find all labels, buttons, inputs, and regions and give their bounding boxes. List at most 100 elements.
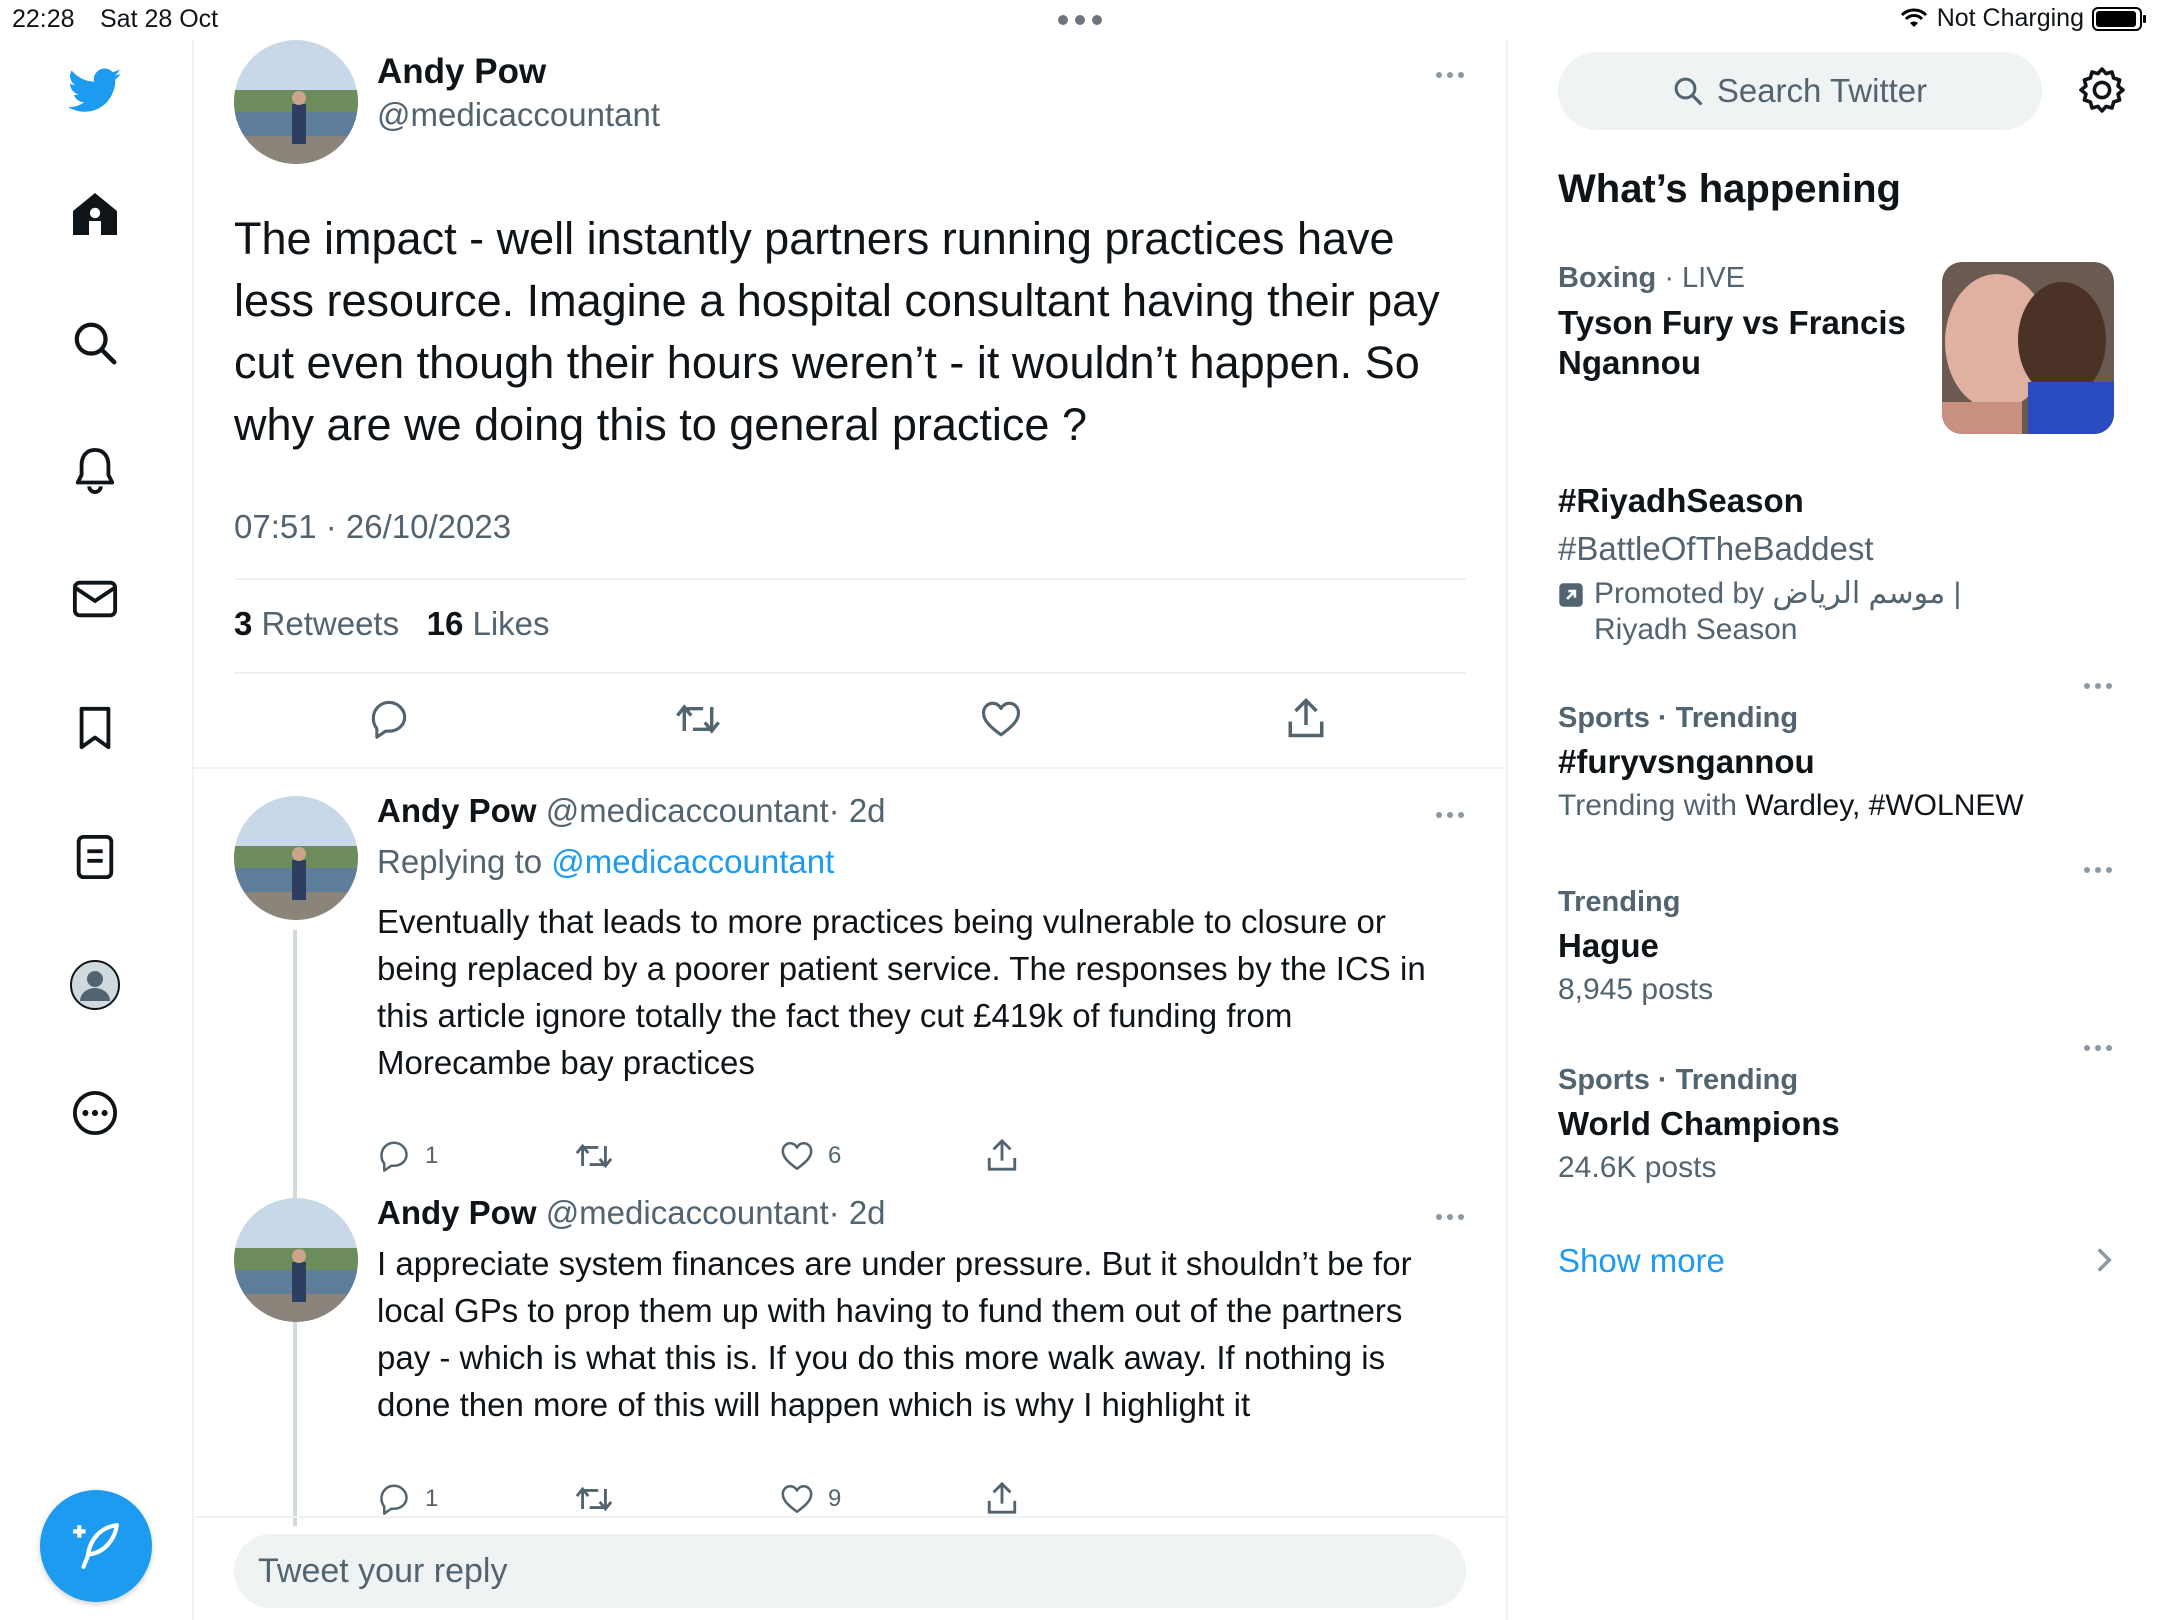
trend-title: #RiyadhSeason — [1558, 482, 1804, 519]
trend-context-prefix: Trending with — [1558, 789, 1737, 822]
profile-icon[interactable] — [64, 954, 126, 1016]
share-button[interactable] — [986, 1138, 1018, 1172]
retweet-button[interactable] — [574, 1140, 614, 1172]
reply-button[interactable]: 1 — [377, 1140, 438, 1172]
tweet-age[interactable]: · 2d — [829, 792, 886, 829]
reply-icon — [380, 1141, 408, 1172]
search-icon[interactable] — [64, 312, 126, 374]
avatar[interactable] — [234, 1198, 358, 1322]
author-handle[interactable]: @medicaccountant — [377, 96, 660, 134]
engagement-stats: 3 Retweets 16 Likes — [234, 605, 550, 643]
tweet-timestamp[interactable]: 07:51 · 26/10/2023 — [234, 508, 511, 546]
reply-button[interactable]: 1 — [377, 1483, 438, 1515]
reply-count: 1 — [425, 1142, 439, 1169]
trend-more-icon[interactable] — [2084, 867, 2112, 873]
like-button[interactable]: 6 — [780, 1140, 841, 1172]
tweet-age[interactable]: · 2d — [829, 1194, 886, 1231]
avatar[interactable] — [234, 40, 358, 164]
right-sidebar: Search Twitter What’s happening Boxing ·… — [1508, 40, 2160, 1620]
author-handle[interactable]: @medicaccountant — [546, 1194, 829, 1231]
lists-icon[interactable] — [64, 826, 126, 888]
settings-gear-icon[interactable] — [2078, 66, 2126, 114]
status-bar: 22:28 Sat 28 Oct Not Charging — [0, 0, 2160, 40]
tweet-more-icon[interactable] — [1436, 72, 1464, 78]
promoted-label: Promoted by موسم الرياض | Riyadh Season — [1594, 577, 1962, 646]
like-count: 9 — [828, 1485, 842, 1512]
retweet-button[interactable] — [574, 1483, 614, 1515]
trend-count: 24.6K posts — [1558, 1151, 1717, 1184]
retweet-button[interactable] — [674, 699, 722, 739]
bookmark-icon[interactable] — [64, 697, 126, 759]
more-icon[interactable] — [64, 1082, 126, 1144]
status-time: 22:28 — [12, 5, 75, 33]
home-icon[interactable] — [64, 183, 126, 245]
bell-icon[interactable] — [64, 440, 126, 502]
divider — [234, 578, 1466, 580]
reply-count: 1 — [425, 1485, 439, 1512]
share-button[interactable] — [1286, 697, 1326, 739]
feather-plus-icon — [73, 1523, 119, 1569]
trend-category: Boxing — [1558, 262, 1657, 294]
trend-item[interactable]: Sports · Trending World Champions 24.6K … — [1558, 1064, 2128, 1185]
like-button[interactable] — [980, 699, 1022, 739]
charging-status: Not Charging — [1936, 4, 2084, 32]
trend-title: #furyvsngannou — [1558, 743, 1815, 780]
promoted-row: Promoted by موسم الرياض | Riyadh Season — [1558, 576, 2128, 648]
like-button[interactable]: 9 — [780, 1483, 841, 1515]
heart-icon — [781, 1141, 813, 1171]
trend-context: Trending with Wardley, #WOLNEW — [1558, 789, 2128, 823]
twitter-logo-icon[interactable] — [64, 60, 126, 122]
wifi-icon — [1900, 8, 1927, 27]
trend-title: Hague — [1558, 927, 1659, 964]
trend-more-icon[interactable] — [2084, 1045, 2112, 1051]
show-more-link[interactable]: Show more — [1558, 1242, 1725, 1280]
tweet-text: The impact - well instantly partners run… — [234, 213, 1440, 450]
trend-title: Tyson Fury vs Francis Ngannou — [1558, 304, 1906, 381]
retweets-stat[interactable]: 3 Retweets — [234, 605, 399, 642]
chevron-right-icon[interactable] — [2094, 1246, 2114, 1274]
trend-context-items: Wardley, #WOLNEW — [1745, 789, 2024, 822]
author-handle[interactable]: @medicaccountant — [546, 792, 829, 829]
author-name[interactable]: Andy Pow — [377, 1194, 537, 1231]
retweets-count: 3 — [234, 605, 253, 642]
share-icon — [987, 1481, 1017, 1514]
retweet-icon — [575, 1143, 613, 1169]
reply-icon — [371, 700, 407, 739]
trend-meta: Sports · Trending — [1558, 702, 1799, 734]
replying-handle-link[interactable]: @medicaccountant — [551, 843, 834, 880]
tweet-thread: Andy Pow @medicaccountant The impact - w… — [194, 40, 1508, 1620]
status-date: Sat 28 Oct — [100, 5, 219, 33]
mail-icon[interactable] — [64, 568, 126, 630]
divider — [194, 1516, 1506, 1518]
author-name[interactable]: Andy Pow — [377, 792, 537, 829]
tweet-more-icon[interactable] — [1436, 812, 1464, 818]
retweets-label: Retweets — [261, 605, 400, 642]
reply-button[interactable] — [368, 699, 410, 739]
compose-tweet-button[interactable] — [40, 1490, 152, 1602]
search-icon — [1674, 77, 1702, 106]
trend-item[interactable]: Sports · Trending #furyvsngannou Trendin… — [1558, 702, 2128, 823]
likes-stat[interactable]: 16 Likes — [427, 605, 550, 642]
tweet-reply-input[interactable]: Tweet your reply — [234, 1534, 1466, 1608]
search-placeholder: Search Twitter — [1716, 72, 1928, 109]
search-input[interactable]: Search Twitter — [1558, 52, 2042, 130]
trend-item[interactable]: Boxing · LIVE Tyson Fury vs Francis Ngan… — [1558, 262, 2128, 462]
trend-item[interactable]: Trending Hague 8,945 posts — [1558, 886, 2128, 1007]
author-name[interactable]: Andy Pow — [377, 52, 546, 92]
retweet-icon — [676, 704, 720, 734]
multitasking-dots[interactable] — [1058, 15, 1102, 25]
reply-text: I appreciate system finances are under p… — [377, 1245, 1412, 1423]
divider — [234, 672, 1466, 674]
trend-count: 8,945 posts — [1558, 973, 1714, 1006]
trend-title: World Champions — [1558, 1105, 1840, 1142]
likes-count: 16 — [426, 605, 464, 642]
trend-meta: Trending — [1558, 886, 1681, 918]
avatar[interactable] — [234, 796, 358, 920]
trend-more-icon[interactable] — [2084, 683, 2112, 689]
reply-header: Andy Pow @medicaccountant· 2d — [377, 1194, 886, 1232]
trend-live: · LIVE — [1664, 262, 1745, 294]
tweet-more-icon[interactable] — [1436, 1214, 1464, 1220]
share-button[interactable] — [986, 1481, 1018, 1515]
trend-meta: Sports · Trending — [1558, 1064, 1799, 1096]
promoted-trend[interactable]: #RiyadhSeason #BattleOfTheBaddest Promot… — [1558, 482, 2128, 648]
